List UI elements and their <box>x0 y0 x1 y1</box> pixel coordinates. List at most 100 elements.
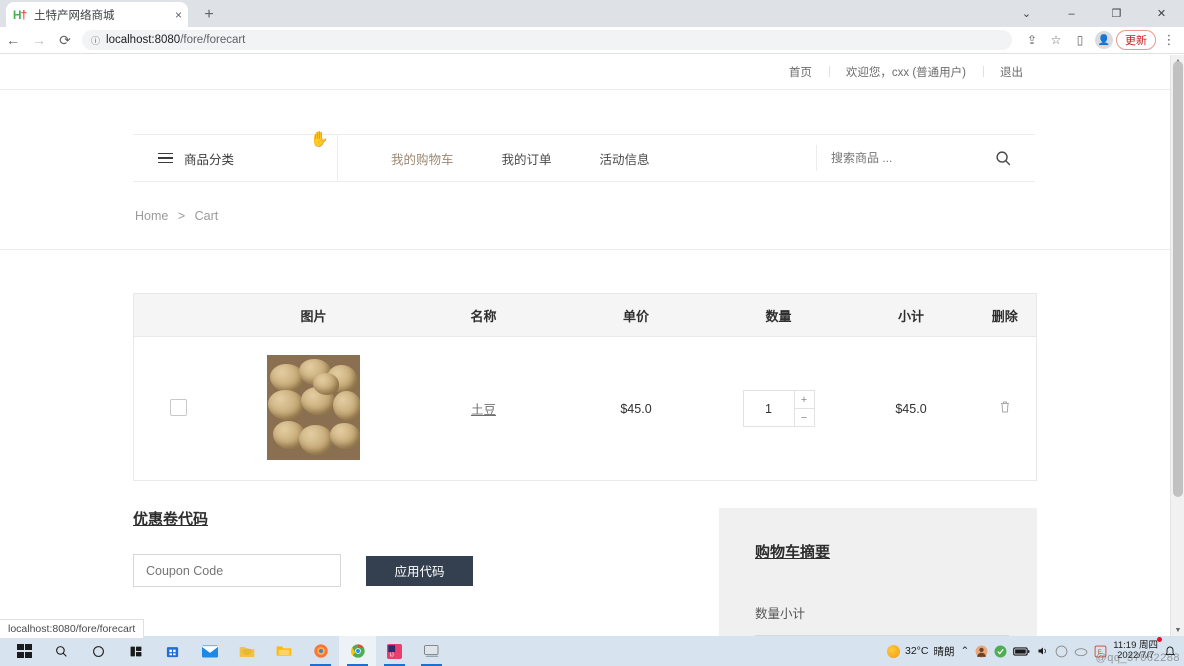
nav-link-my-cart[interactable]: 我的购物车 <box>367 149 478 168</box>
system-tray: 32°C 晴朗 ⌃ E 11:19 周四 2022/7/7 <box>887 637 1184 661</box>
scroll-down-arrow-icon[interactable]: ▼ <box>1171 624 1184 636</box>
cart-header-name: 名称 <box>403 293 564 337</box>
side-panel-icon[interactable]: ▯ <box>1068 28 1092 52</box>
coupon-title: 优惠卷代码 <box>133 511 209 528</box>
apply-coupon-button[interactable]: 应用代码 <box>366 555 473 586</box>
battery-icon[interactable] <box>1013 646 1030 657</box>
quantity-input[interactable] <box>743 391 794 426</box>
topbar-welcome-user[interactable]: 欢迎您，cxx (普通用户) <box>828 64 983 80</box>
windows-start-icon[interactable] <box>6 636 43 666</box>
explorer-pin-icon[interactable] <box>228 636 265 666</box>
mouse-cursor: ✋ <box>310 131 329 148</box>
site-top-bar: 首页 欢迎您，cxx (普通用户) 退出 <box>0 55 1170 90</box>
maximize-button[interactable]: ❐ <box>1094 0 1139 27</box>
taskbar: IJ 32°C 晴朗 ⌃ E 11:19 周四 2022/7/7 @qq_370… <box>0 636 1184 666</box>
page-scrollbar[interactable]: ▲ ▼ <box>1170 55 1184 636</box>
quantity-stepper[interactable]: + − <box>742 390 815 427</box>
screen: H † 土特产网络商城 × + ⌄ – ❐ ✕ ← → ⟳ ⓘ localhost… <box>0 0 1184 666</box>
widgets-icon[interactable] <box>117 636 154 666</box>
row-select-checkbox[interactable] <box>170 398 188 416</box>
cart-header-select <box>133 293 224 337</box>
new-tab-button[interactable]: + <box>198 4 220 26</box>
back-icon[interactable]: ← <box>0 27 26 53</box>
category-menu-label: 商品分类 <box>184 152 235 167</box>
search-input[interactable] <box>816 145 981 171</box>
intellij-idea-icon[interactable]: IJ <box>376 636 413 666</box>
cart-content: 图片 名称 单价 数量 小计 删除 土豆 $45.0 1 + − $45.0 优… <box>0 250 1170 636</box>
cart-cell-quantity: + − <box>709 337 849 481</box>
search-icon[interactable] <box>43 636 80 666</box>
svg-text:E: E <box>1098 650 1102 656</box>
weather-widget[interactable]: 32°C 晴朗 <box>887 644 954 659</box>
browser-tab-strip: H † 土特产网络商城 × + ⌄ – ❐ ✕ <box>0 0 1184 27</box>
browser-tab[interactable]: H † 土特产网络商城 × <box>6 2 188 27</box>
quantity-increase-button[interactable]: + <box>794 391 814 409</box>
page-viewport: 首页 欢迎您，cxx (普通用户) 退出 商品分类 我的购物车 我的订单 活动信… <box>0 55 1184 636</box>
breadcrumb: Home > Cart <box>135 209 218 223</box>
safe-guard-icon[interactable] <box>994 645 1007 658</box>
cart-table-head: 图片 名称 单价 数量 小计 删除 <box>133 293 1037 337</box>
share-icon[interactable]: ⇪ <box>1020 28 1044 52</box>
topbar-link-logout[interactable]: 退出 <box>983 64 1040 80</box>
quantity-decrease-button[interactable]: − <box>795 409 814 426</box>
weather-description: 晴朗 <box>933 645 955 658</box>
input-method-icon[interactable] <box>1055 645 1068 658</box>
cart-header-image: 图片 <box>223 293 404 337</box>
mail-icon[interactable] <box>191 636 228 666</box>
scrollbar-thumb[interactable] <box>1173 61 1183 497</box>
tab-search-icon[interactable]: ⌄ <box>1004 0 1049 27</box>
minimize-button[interactable]: – <box>1049 0 1094 27</box>
app-tray-icon[interactable]: E <box>1094 645 1107 658</box>
user-account-icon[interactable] <box>975 645 988 658</box>
taskbar-icons: IJ <box>0 636 450 666</box>
chevron-up-icon[interactable]: ⌃ <box>960 645 969 657</box>
notification-center-icon[interactable] <box>1164 645 1176 658</box>
product-name-link[interactable]: 土豆 <box>471 403 496 417</box>
tab-title: 土特产网络商城 <box>34 9 115 22</box>
chrome-menu-icon[interactable]: ⋮ <box>1158 28 1180 52</box>
site-info-icon[interactable]: ⓘ <box>91 34 100 47</box>
close-window-button[interactable]: ✕ <box>1139 0 1184 27</box>
url-path: /fore/forecart <box>180 34 246 46</box>
weather-temperature: 32°C <box>905 645 929 657</box>
firefox-icon[interactable] <box>302 636 339 666</box>
breadcrumb-current: Cart <box>194 208 219 223</box>
cloud-sync-icon[interactable] <box>1074 645 1088 657</box>
category-menu-button[interactable]: 商品分类 <box>133 134 338 182</box>
taskbar-clock[interactable]: 11:19 周四 2022/7/7 <box>1113 637 1162 661</box>
clock-date: 2022/7/7 <box>1117 650 1155 661</box>
volume-icon[interactable] <box>1036 645 1049 657</box>
page-content: 首页 欢迎您，cxx (普通用户) 退出 商品分类 我的购物车 我的订单 活动信… <box>0 55 1170 636</box>
search-icon[interactable] <box>981 150 1025 167</box>
tab-close-icon[interactable]: × <box>175 9 182 21</box>
update-button[interactable]: 更新 <box>1116 30 1156 50</box>
cart-header-quantity: 数量 <box>708 293 849 337</box>
remote-app-icon[interactable] <box>413 636 450 666</box>
site-nav-wrapper: 商品分类 我的购物车 我的订单 活动信息 <box>0 90 1170 182</box>
file-explorer-icon[interactable] <box>265 636 302 666</box>
task-view-icon[interactable] <box>80 636 117 666</box>
forward-icon[interactable]: → <box>26 27 52 53</box>
cart-summary-card: 购物车摘要 数量小计 总计(不含运费) <box>719 508 1037 636</box>
topbar-link-home[interactable]: 首页 <box>772 64 829 80</box>
profile-avatar-icon[interactable]: 👤 <box>1095 31 1113 49</box>
summary-title: 购物车摘要 <box>755 544 831 561</box>
chrome-icon[interactable] <box>339 636 376 666</box>
window-controls: ⌄ – ❐ ✕ <box>1004 0 1184 27</box>
table-row: 土豆 $45.0 + − <box>134 337 1037 481</box>
microsoft-store-icon[interactable] <box>154 636 191 666</box>
hamburger-icon <box>158 152 173 164</box>
cart-cell-image <box>224 337 404 481</box>
nav-link-my-orders[interactable]: 我的订单 <box>478 149 576 168</box>
product-thumbnail[interactable] <box>267 354 360 460</box>
cart-header-row: 图片 名称 单价 数量 小计 删除 <box>133 293 1037 337</box>
nav-link-activity-info[interactable]: 活动信息 <box>576 149 674 168</box>
address-bar[interactable]: ⓘ localhost:8080/fore/forecart <box>82 30 1012 50</box>
coupon-input[interactable] <box>133 554 341 587</box>
site-favicon-icon: H † <box>12 7 27 22</box>
breadcrumb-separator: > <box>177 208 186 223</box>
delete-row-icon[interactable] <box>999 401 1011 417</box>
bookmark-star-icon[interactable]: ☆ <box>1044 28 1068 52</box>
reload-icon[interactable]: ⟳ <box>52 27 78 53</box>
breadcrumb-home[interactable]: Home <box>135 209 168 223</box>
